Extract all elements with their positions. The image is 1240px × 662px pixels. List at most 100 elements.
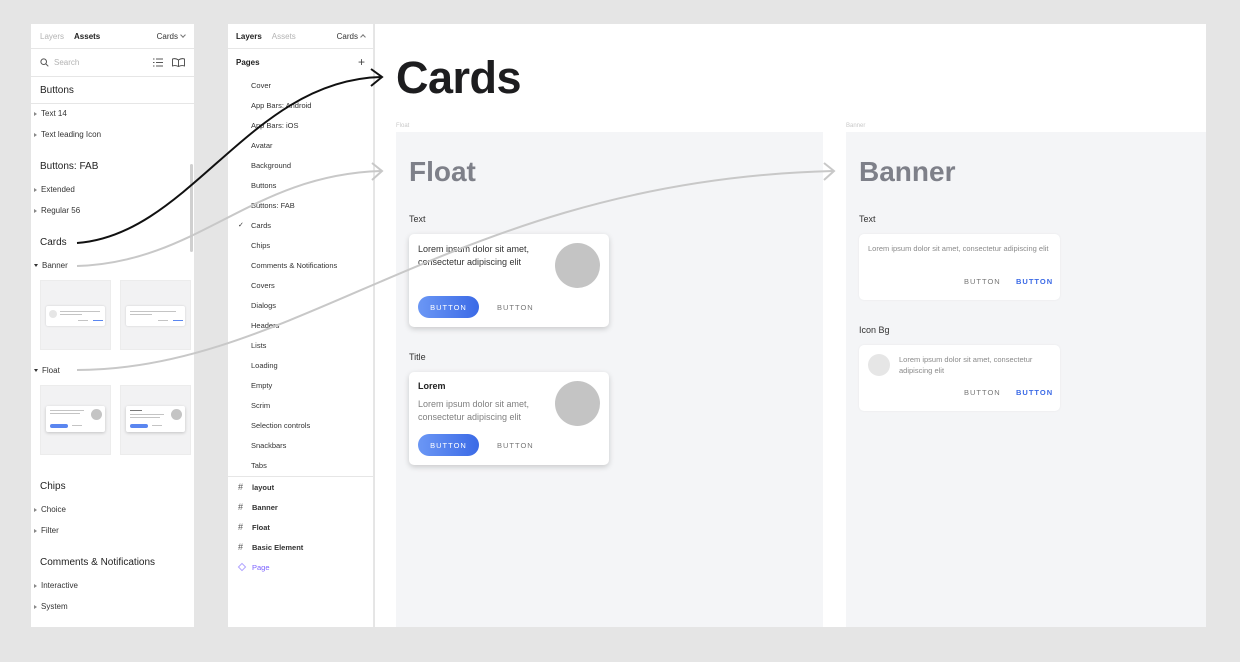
page-item-chips[interactable]: Chips: [228, 235, 373, 255]
chevron-down-icon: [180, 31, 186, 38]
page-item-tabs[interactable]: Tabs: [228, 455, 373, 475]
page-selector-label: Cards: [336, 31, 358, 41]
page-item-lists[interactable]: Lists: [228, 335, 373, 355]
text-button[interactable]: BUTTON: [964, 277, 1001, 286]
page-item-empty[interactable]: Empty: [228, 375, 373, 395]
asset-group-system[interactable]: System: [34, 602, 68, 611]
mini-line: [72, 425, 82, 426]
banner-text-card[interactable]: Lorem ipsum dolor sit amet, consectetur …: [859, 234, 1060, 300]
page-item-headers[interactable]: Headers: [228, 315, 373, 335]
banner-icon-card[interactable]: Lorem ipsum dolor sit amet, consectetur …: [859, 345, 1060, 411]
float-text-card[interactable]: Lorem ipsum dolor sit amet, consectetur …: [409, 234, 609, 327]
asset-group-interactive[interactable]: Interactive: [34, 581, 78, 590]
page-item-loading[interactable]: Loading: [228, 355, 373, 375]
page-selector[interactable]: Cards: [336, 31, 366, 41]
layer-frame-layout[interactable]: # layout: [228, 477, 373, 497]
card-body-text: Lorem ipsum dolor sit amet, consectetur …: [418, 399, 530, 422]
tab-layers[interactable]: Layers: [236, 32, 262, 41]
asset-group-extended[interactable]: Extended: [34, 185, 75, 194]
accent-text-button[interactable]: BUTTON: [1016, 277, 1053, 286]
list-view-icon[interactable]: [153, 54, 163, 72]
page-item-scrim[interactable]: Scrim: [228, 395, 373, 415]
page-item-avatar[interactable]: Avatar: [228, 135, 373, 155]
page-item-selection-controls[interactable]: Selection controls: [228, 415, 373, 435]
tab-assets[interactable]: Assets: [74, 32, 100, 41]
primary-button[interactable]: BUTTON: [418, 296, 479, 318]
mini-line: [50, 410, 84, 411]
text-button[interactable]: BUTTON: [497, 296, 534, 318]
asset-group-text-leading-icon[interactable]: Text leading Icon: [34, 130, 101, 139]
asset-group-label: Choice: [41, 505, 66, 514]
checkmark-icon: ✓: [238, 222, 244, 229]
frame-label-float[interactable]: Float: [396, 123, 409, 129]
float-frame[interactable]: Float Text Lorem ipsum dolor sit amet, c…: [396, 132, 823, 627]
page-item-app-bars-ios[interactable]: App Bars: iOS: [228, 115, 373, 135]
asset-group-label: Text 14: [41, 109, 67, 118]
mini-line: [130, 311, 176, 312]
asset-group-regular-56[interactable]: Regular 56: [34, 206, 80, 215]
layer-label: layout: [252, 482, 275, 492]
pages-panel-tabs: Layers Assets Cards: [228, 24, 373, 49]
asset-group-filter[interactable]: Filter: [34, 526, 59, 535]
tab-layers[interactable]: Layers: [40, 32, 64, 41]
layer-frame-banner[interactable]: # Banner: [228, 497, 373, 517]
asset-group-label: Filter: [41, 526, 59, 535]
asset-group-float[interactable]: Float: [34, 366, 60, 375]
mini-line: [50, 413, 80, 414]
asset-group-label: Extended: [41, 185, 75, 194]
mini-line: [158, 320, 168, 321]
mini-button: [130, 424, 148, 428]
page-item-comments-notifications[interactable]: Comments & Notifications: [228, 255, 373, 275]
asset-group-banner[interactable]: Banner: [34, 261, 68, 270]
layer-label: Banner: [252, 502, 278, 512]
design-canvas[interactable]: Cards Float Float Text Lorem ipsum dolor…: [375, 24, 1206, 627]
layer-frame-float[interactable]: # Float: [228, 517, 373, 537]
scrollbar[interactable]: [190, 164, 193, 252]
page-item-label: Covers: [251, 280, 275, 290]
page-item-label: Tabs: [251, 460, 267, 470]
float-component-thumbnail[interactable]: [40, 385, 111, 455]
text-button[interactable]: BUTTON: [497, 434, 534, 456]
pages-header: Pages +: [228, 49, 373, 75]
asset-group-text-14[interactable]: Text 14: [34, 109, 67, 118]
card-body-text: Lorem ipsum dolor sit amet, consectetur …: [418, 244, 530, 267]
mini-avatar: [171, 409, 182, 420]
page-item-label: Cards: [251, 220, 272, 230]
page-item-cards[interactable]: ✓ Cards: [228, 215, 373, 235]
mini-avatar: [91, 409, 102, 420]
mini-line: [130, 414, 164, 415]
page-item-background[interactable]: Background: [228, 155, 373, 175]
layer-component-page[interactable]: Page: [228, 557, 373, 577]
tab-assets[interactable]: Assets: [272, 32, 296, 41]
add-page-plus-icon[interactable]: +: [358, 55, 365, 69]
accent-text-button[interactable]: BUTTON: [1016, 388, 1053, 397]
banner-component-thumbnail[interactable]: [120, 280, 191, 350]
page-item-cover[interactable]: Cover: [228, 75, 373, 95]
caret-down-icon: [34, 369, 38, 372]
text-button[interactable]: BUTTON: [964, 388, 1001, 397]
layer-frame-basic-element[interactable]: # Basic Element: [228, 537, 373, 557]
asset-group-choice[interactable]: Choice: [34, 505, 66, 514]
page-item-label: Dialogs: [251, 300, 277, 310]
mini-line: [173, 320, 183, 321]
page-item-dialogs[interactable]: Dialogs: [228, 295, 373, 315]
page-item-label: Lists: [251, 340, 267, 350]
page-item-buttons-fab[interactable]: Buttons: FAB: [228, 195, 373, 215]
page-selector[interactable]: Cards: [157, 31, 186, 41]
page-item-app-bars-android[interactable]: App Bars: Android: [228, 95, 373, 115]
banner-component-thumbnail[interactable]: [40, 280, 111, 350]
primary-button[interactable]: BUTTON: [418, 434, 479, 456]
page-item-snackbars[interactable]: Snackbars: [228, 435, 373, 455]
float-component-thumbnail[interactable]: [120, 385, 191, 455]
search-input[interactable]: [54, 58, 144, 67]
mini-card: [46, 406, 105, 432]
asset-group-label: System: [41, 602, 68, 611]
page-item-covers[interactable]: Covers: [228, 275, 373, 295]
library-book-icon[interactable]: [172, 54, 185, 72]
frame-label-banner[interactable]: Banner: [846, 123, 865, 129]
page-item-label: Snackbars: [251, 440, 287, 450]
float-title-card[interactable]: Lorem Lorem ipsum dolor sit amet, consec…: [409, 372, 609, 465]
frame-hash-icon: #: [238, 502, 244, 512]
page-item-buttons[interactable]: Buttons: [228, 175, 373, 195]
banner-frame[interactable]: Banner Text Lorem ipsum dolor sit amet, …: [846, 132, 1206, 627]
